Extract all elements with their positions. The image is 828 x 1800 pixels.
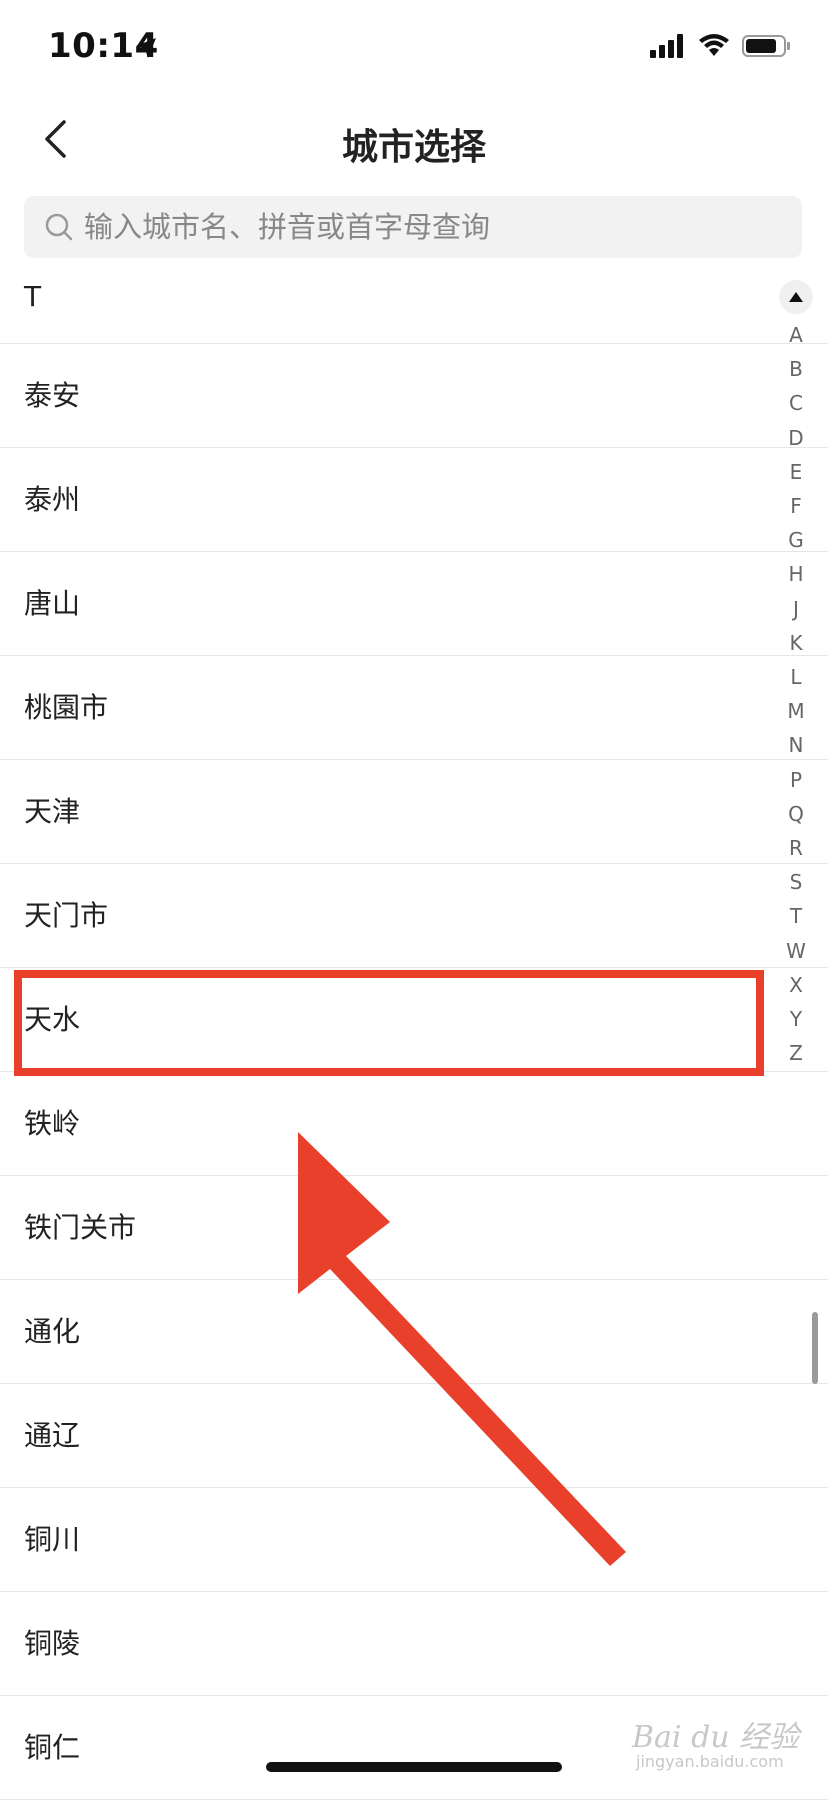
watermark-text: Bai du 经验 <box>632 1720 800 1755</box>
scroll-indicator[interactable] <box>812 1312 818 1384</box>
annotation-arrow-icon <box>298 1132 626 1566</box>
watermark-url: jingyan.baidu.com <box>636 1752 784 1771</box>
home-indicator[interactable] <box>266 1762 562 1772</box>
